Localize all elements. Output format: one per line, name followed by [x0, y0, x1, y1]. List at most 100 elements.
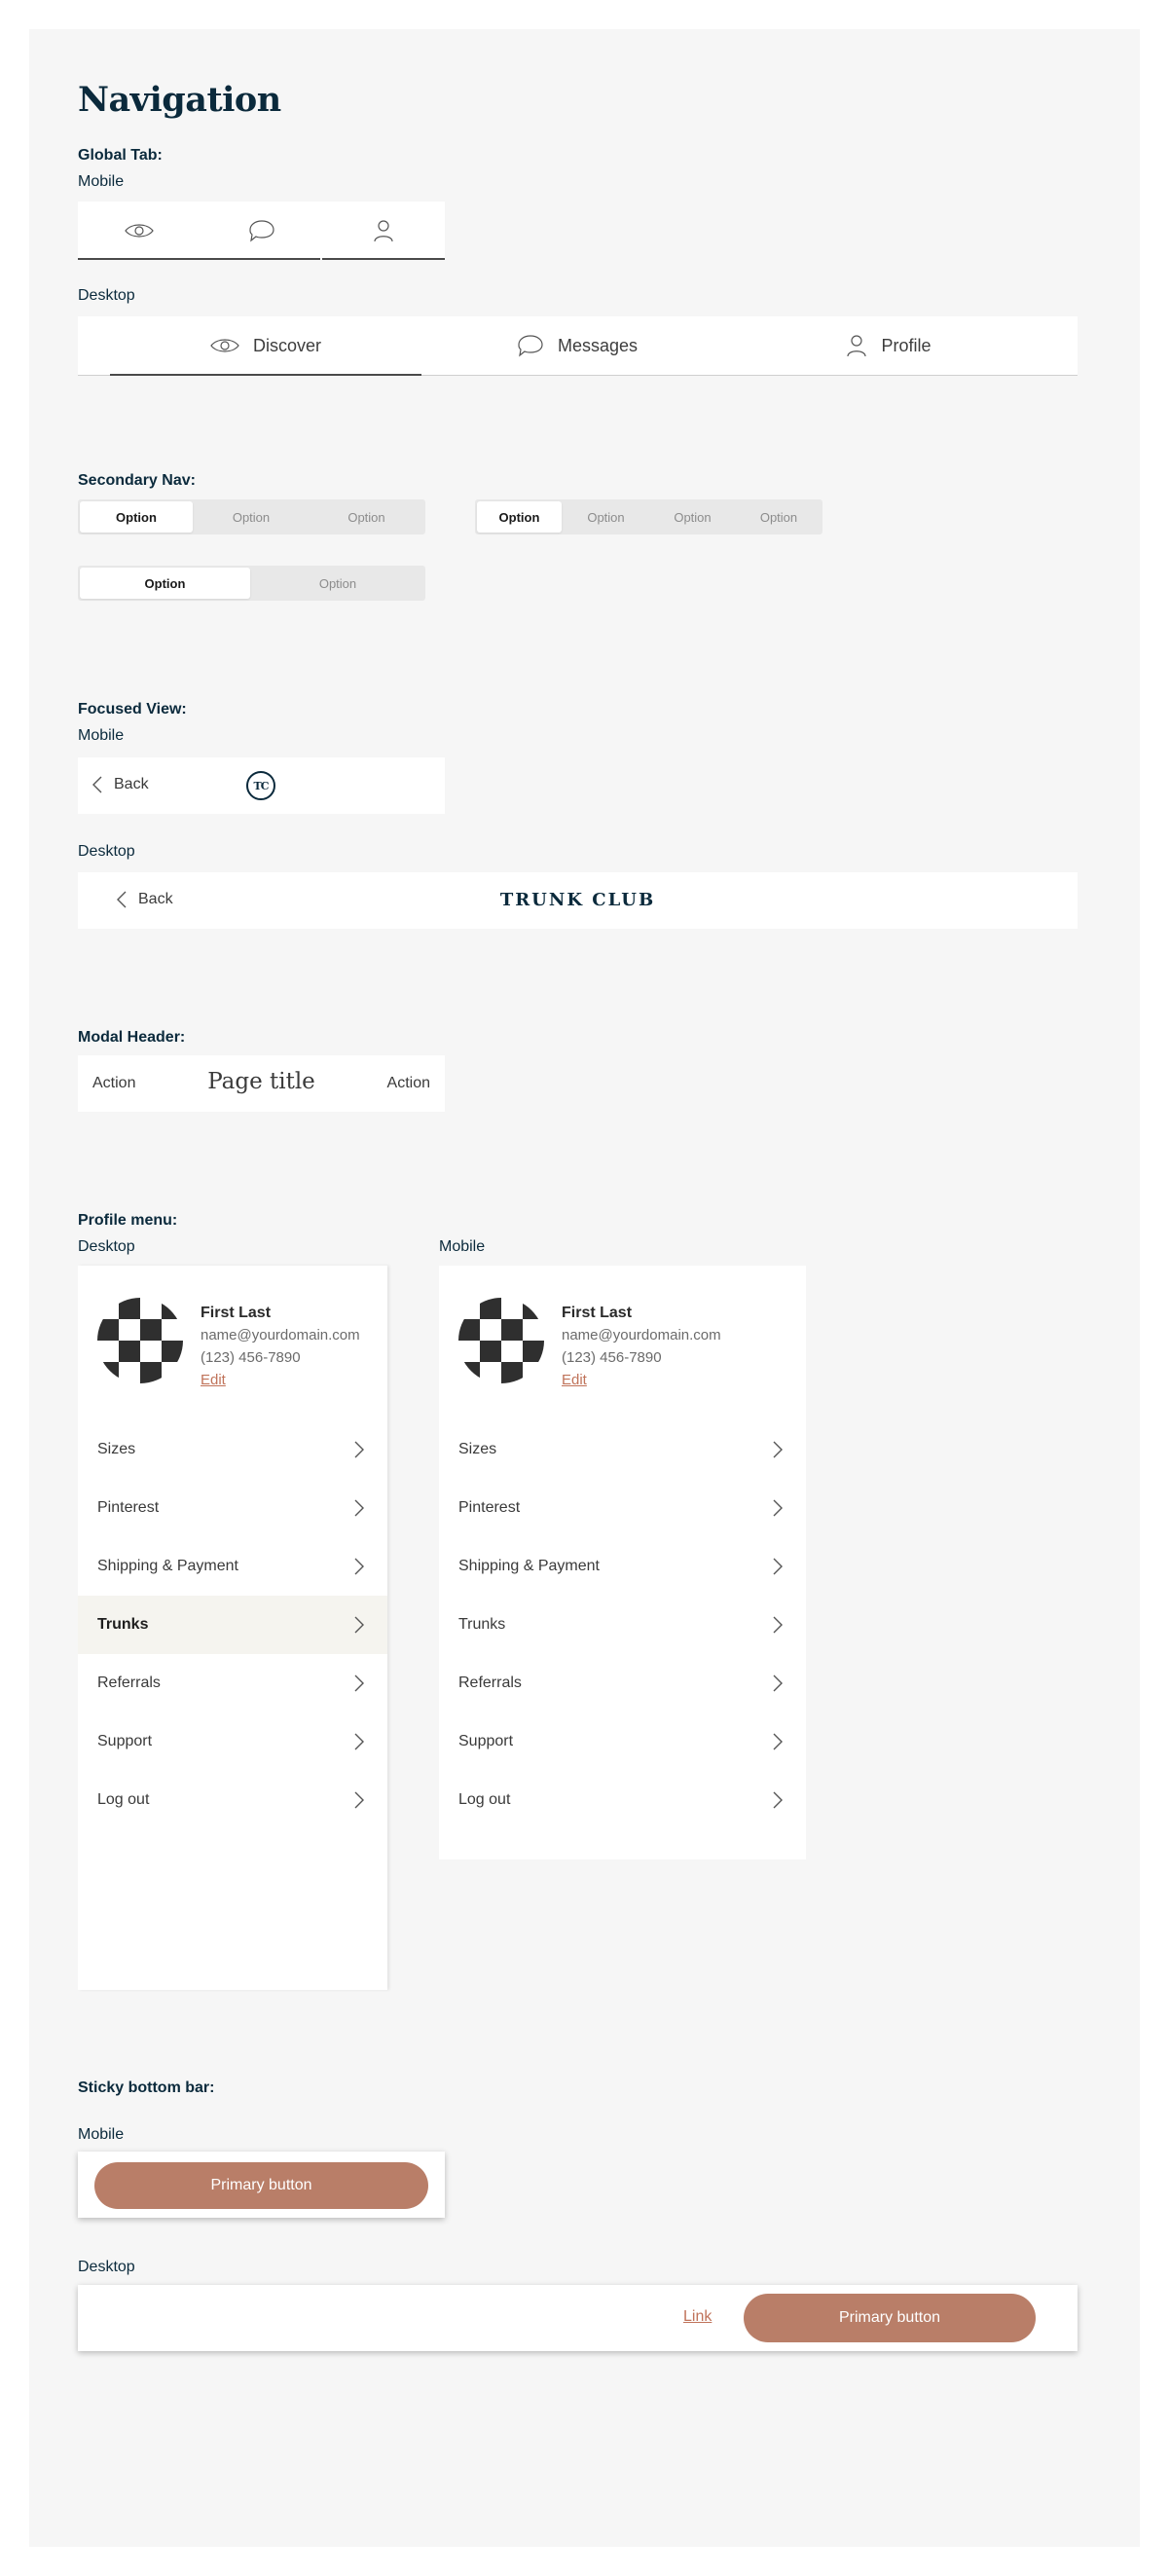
avatar[interactable]	[97, 1298, 183, 1388]
sticky-bar-mobile-label: Mobile	[78, 2126, 125, 2143]
focused-view-mobile: Back TC	[78, 757, 445, 814]
desktop-tab-profile-label: Profile	[881, 335, 932, 355]
chevron-right-icon	[773, 1499, 783, 1517]
edit-profile-link[interactable]: Edit	[562, 1369, 721, 1391]
focused-view-desktop: Back TRUNK CLUB	[78, 872, 1078, 929]
menu-item-sizes[interactable]: Sizes	[439, 1420, 806, 1479]
chevron-right-icon	[354, 1674, 364, 1692]
secondary-nav-option[interactable]: Option	[564, 501, 648, 533]
modal-header-heading: Modal Header:	[78, 1029, 186, 1046]
checker-avatar-icon	[458, 1298, 544, 1383]
user-name: First Last	[201, 1305, 272, 1321]
menu-item-log-out[interactable]: Log out	[439, 1771, 806, 1829]
secondary-nav-two: Option Option	[78, 566, 425, 601]
menu-item-label: Shipping & Payment	[97, 1558, 238, 1574]
sticky-bar-mobile: Primary button	[78, 2152, 445, 2218]
menu-item-label: Support	[97, 1733, 153, 1749]
user-name: First Last	[562, 1305, 633, 1321]
desktop-tab-discover-label: Discover	[252, 335, 321, 355]
global-tab-heading: Global Tab:	[78, 147, 163, 164]
menu-item-label: Trunks	[458, 1616, 506, 1633]
desktop-tab-messages[interactable]: Messages	[421, 316, 733, 375]
user-info: First Last name@yourdomain.com (123) 456…	[201, 1302, 360, 1391]
menu-item-support[interactable]: Support	[78, 1712, 387, 1771]
global-tab-desktop: Discover Messages Profile	[78, 316, 1078, 376]
menu-item-referrals[interactable]: Referrals	[439, 1654, 806, 1712]
eye-icon	[125, 223, 154, 238]
mobile-tab-messages[interactable]	[201, 202, 322, 259]
avatar[interactable]	[458, 1298, 544, 1388]
mobile-tab-discover-cell[interactable]	[78, 202, 201, 259]
menu-item-label: Trunks	[97, 1616, 149, 1633]
chevron-right-icon	[354, 1558, 364, 1575]
checker-avatar-icon	[97, 1298, 183, 1383]
menu-item-referrals[interactable]: Referrals	[78, 1654, 387, 1712]
edit-profile-link[interactable]: Edit	[201, 1369, 360, 1391]
secondary-nav-option[interactable]: Option	[80, 568, 250, 599]
menu-item-label: Pinterest	[97, 1499, 160, 1516]
menu-item-sizes[interactable]: Sizes	[78, 1420, 387, 1479]
chevron-right-icon	[354, 1441, 364, 1458]
secondary-nav-option[interactable]: Option	[80, 501, 193, 533]
user-info: First Last name@yourdomain.com (123) 456…	[562, 1302, 721, 1391]
back-button[interactable]: Back	[92, 776, 149, 793]
global-tab-mobile-items	[78, 202, 445, 260]
chevron-right-icon	[354, 1616, 364, 1634]
menu-item-label: Pinterest	[458, 1499, 521, 1516]
profile-menu-desktop: First Last name@yourdomain.com (123) 456…	[78, 1266, 387, 1990]
secondary-nav-option[interactable]: Option	[252, 568, 423, 599]
chevron-right-icon	[773, 1616, 783, 1634]
chevron-left-icon	[92, 776, 102, 793]
user-email: name@yourdomain.com	[201, 1327, 360, 1343]
eye-icon	[210, 339, 239, 352]
desktop-tab-profile[interactable]: Profile	[733, 316, 1044, 375]
secondary-link[interactable]: Link	[683, 2308, 712, 2326]
menu-item-shipping-payment[interactable]: Shipping & Payment	[439, 1537, 806, 1596]
global-tab-desktop-label: Desktop	[78, 287, 135, 304]
desktop-tab-discover[interactable]: Discover	[110, 316, 421, 375]
global-tab-mobile-label: Mobile	[78, 173, 125, 190]
menu-item-label: Log out	[458, 1791, 511, 1808]
focused-view-desktop-label: Desktop	[78, 843, 135, 860]
desktop-tab-underline	[110, 374, 421, 376]
menu-item-support[interactable]: Support	[439, 1712, 806, 1771]
menu-item-log-out[interactable]: Log out	[78, 1771, 387, 1829]
user-phone: (123) 456-7890	[201, 1349, 301, 1366]
focused-view-heading: Focused View:	[78, 701, 187, 718]
secondary-nav-option[interactable]: Option	[310, 501, 423, 533]
menu-item-label: Shipping & Payment	[458, 1558, 600, 1574]
back-label: Back	[114, 776, 149, 792]
modal-right-action[interactable]: Action	[387, 1075, 430, 1092]
secondary-nav-option[interactable]: Option	[737, 501, 821, 533]
sticky-bar-heading: Sticky bottom bar:	[78, 2079, 215, 2096]
chevron-right-icon	[773, 1441, 783, 1458]
chat-bubble-icon	[248, 219, 274, 241]
menu-item-label: Support	[458, 1733, 514, 1749]
menu-item-trunks[interactable]: Trunks	[78, 1596, 387, 1654]
user-phone: (123) 456-7890	[562, 1349, 662, 1366]
menu-item-pinterest[interactable]: Pinterest	[78, 1479, 387, 1537]
sticky-bar-desktop: Link Primary button	[78, 2285, 1078, 2351]
primary-button[interactable]: Primary button	[744, 2294, 1036, 2342]
chevron-right-icon	[773, 1558, 783, 1575]
menu-item-shipping-payment[interactable]: Shipping & Payment	[78, 1537, 387, 1596]
desktop-tab-messages-label: Messages	[557, 335, 639, 355]
person-icon	[374, 219, 393, 241]
mobile-tab-profile[interactable]	[322, 202, 445, 259]
page-title: Navigation	[78, 80, 281, 120]
chevron-right-icon	[354, 1499, 364, 1517]
profile-menu-mobile-label: Mobile	[439, 1238, 486, 1255]
profile-menu-desktop-label: Desktop	[78, 1238, 135, 1255]
sticky-bar-desktop-label: Desktop	[78, 2259, 135, 2275]
menu-item-label: Log out	[97, 1791, 150, 1808]
menu-item-trunks[interactable]: Trunks	[439, 1596, 806, 1654]
menu-item-pinterest[interactable]: Pinterest	[439, 1479, 806, 1537]
primary-button[interactable]: Primary button	[94, 2162, 428, 2209]
mobile-tab-underline-left	[78, 258, 320, 260]
trunk-club-monogram-logo: TC	[246, 771, 275, 800]
person-icon	[847, 335, 867, 357]
chevron-right-icon	[773, 1674, 783, 1692]
secondary-nav-option[interactable]: Option	[195, 501, 308, 533]
secondary-nav-option[interactable]: Option	[650, 501, 735, 533]
secondary-nav-option[interactable]: Option	[477, 501, 562, 533]
